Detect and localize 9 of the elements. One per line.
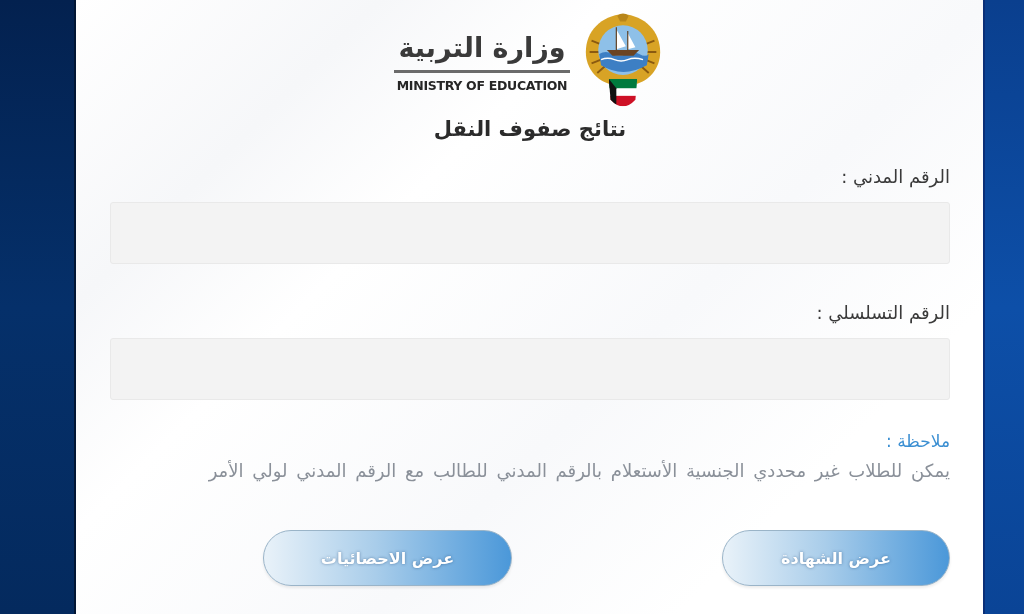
page-title: نتائج صفوف النقل: [433, 116, 627, 143]
ministry-name-arabic: وزارة التربية: [398, 31, 566, 66]
field-label: الرقم المدني :: [841, 165, 950, 190]
view-certificate-button[interactable]: عرض الشهادة: [722, 530, 950, 586]
ministry-name-english: MINISTRY OF EDUCATION: [396, 78, 568, 94]
note-text: يمكن للطلاب غير محددي الجنسية الأستعلام بالرقم المدني للطالب مع الرقم المدني لولي الأمر: [208, 460, 950, 482]
view-statistics-button[interactable]: عرض الاحصائيات: [263, 530, 512, 586]
field-label: الرقم التسلسلي :: [816, 301, 950, 326]
note-title: ملاحظة :: [886, 430, 950, 452]
